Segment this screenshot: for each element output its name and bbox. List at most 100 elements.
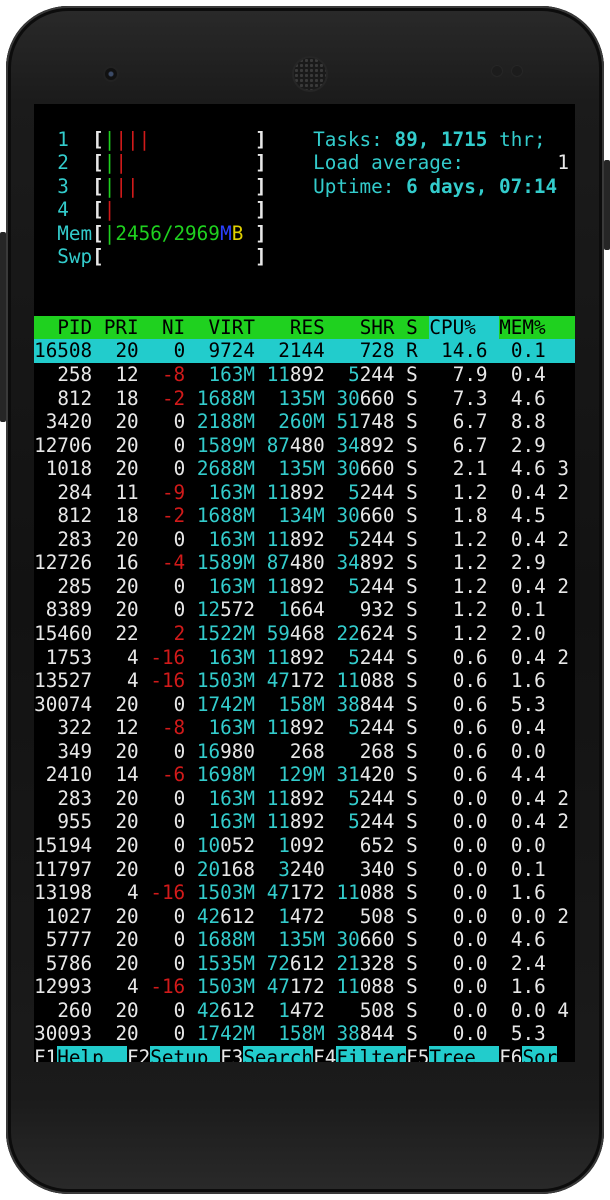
cell-pri: 18 (92, 386, 139, 411)
cell-shr-part: 30 (336, 457, 360, 481)
process-row[interactable]: 12706 20 0 1589M 87480 34892 S 6.7 2.9 (34, 434, 575, 458)
column-header-pid[interactable]: PID (34, 316, 92, 340)
column-header-pri[interactable]: PRI (92, 316, 139, 340)
fkey-f4-label[interactable]: Filter (336, 1045, 407, 1062)
cell-cpu-part: 7.3 (452, 386, 488, 410)
process-row[interactable]: 260 20 0 42612 1472 508 S 0.0 0.0 4 (34, 999, 575, 1023)
fkey-f6-label[interactable]: Sor (522, 1045, 558, 1062)
cell-mem: 1.6 (488, 669, 546, 693)
cell-res-part: 87 (266, 433, 290, 457)
process-row[interactable]: 322 12 -8 163M 11892 5244 S 0.6 0.4 (34, 716, 575, 740)
cell-mem: 4.4 (488, 763, 546, 787)
process-row[interactable]: 1753 4 -16 163M 11892 5244 S 0.6 0.4 2 (34, 646, 575, 670)
cell-cpu-part: 6.7 (452, 410, 488, 434)
process-row[interactable]: 30093 20 0 1742M 158M 38844 S 0.0 5.3 (34, 1022, 575, 1046)
volume-button[interactable] (0, 232, 6, 422)
column-header-s[interactable]: S (406, 316, 418, 340)
power-button[interactable] (604, 160, 610, 250)
process-row[interactable]: 812 18 -2 1688M 134M 30660 S 1.8 4.5 (34, 504, 575, 528)
fkey-f1-label[interactable]: Help (57, 1045, 127, 1062)
cell-virt-part: 9724 (208, 339, 255, 363)
process-row[interactable]: 285 20 0 163M 11892 5244 S 1.2 0.4 2 (34, 575, 575, 599)
process-row[interactable]: 812 18 -2 1688M 135M 30660 S 7.3 4.6 (34, 387, 575, 411)
cell-res: 135M (255, 928, 324, 952)
cell-ni-part: -4 (161, 551, 186, 575)
cell-virt-part: 1589M (196, 433, 255, 457)
process-table-header[interactable]: PID PRI NI VIRT RES SHR S CPU% MEM% (34, 315, 575, 340)
process-row[interactable]: 11797 20 0 20168 3240 340 S 0.0 0.1 (34, 858, 575, 882)
process-row[interactable]: 15194 20 0 10052 1092 652 S 0.0 0.0 (34, 834, 575, 858)
process-row[interactable]: 12993 4 -16 1503M 47172 11088 S 0.0 1.6 (34, 975, 575, 999)
cell-shr: 31420 (325, 763, 394, 787)
process-row[interactable]: 2410 14 -6 1698M 129M 31420 S 0.6 4.4 (34, 763, 575, 787)
cell-pri: 20 (92, 339, 138, 363)
process-row[interactable]: 13527 4 -16 1503M 47172 11088 S 0.6 1.6 (34, 669, 575, 693)
fkey-f3-label[interactable]: Search (243, 1045, 313, 1062)
cell-shr: 5244 (325, 575, 394, 599)
meter-bracket: [ (92, 127, 104, 151)
column-header-cpu[interactable]: CPU% (429, 315, 500, 340)
process-row[interactable]: 3420 20 0 2188M 260M 51748 S 6.7 8.8 (34, 410, 575, 434)
process-row[interactable]: 258 12 -8 163M 11892 5244 S 7.9 0.4 (34, 363, 575, 387)
fkey-f3-key[interactable]: F3 (220, 1046, 243, 1062)
cell-pid: 812 (34, 387, 92, 411)
cell-virt-part: 168 (220, 857, 255, 881)
fkey-f6-key[interactable]: F6 (499, 1046, 522, 1062)
column-header-res[interactable]: RES (255, 316, 325, 340)
cell-shr-part: 38 (336, 692, 360, 716)
cell-virt-part: 572 (220, 598, 255, 622)
cell-cpu-part: 0.6 (452, 645, 488, 669)
process-row[interactable]: 955 20 0 163M 11892 5244 S 0.0 0.4 2 (34, 810, 575, 834)
column-header-virt[interactable]: VIRT (185, 316, 255, 340)
process-row[interactable]: 283 20 0 163M 11892 5244 S 1.2 0.4 2 (34, 528, 575, 552)
column-header-ni[interactable]: NI (139, 316, 185, 340)
cell-shr: 5244 (325, 528, 394, 552)
cell-pri: 14 (92, 763, 138, 787)
cell-pri-part: 20 (115, 598, 139, 622)
cell-res-part: 11 (266, 574, 290, 598)
fkey-f2-label[interactable]: Setup (150, 1045, 220, 1062)
fkey-f2-key[interactable]: F2 (127, 1046, 150, 1062)
column-header-mem[interactable]: MEM% (499, 316, 545, 340)
cell-ni-part: 0 (173, 433, 186, 457)
process-row-selected[interactable]: 16508 20 0 9724 2144 728 R 14.6 0.1 (34, 339, 575, 364)
cell-shr-part: 892 (359, 433, 395, 457)
column-header-shr[interactable]: SHR (325, 316, 395, 340)
process-row[interactable]: 5777 20 0 1688M 135M 30660 S 0.0 4.6 (34, 928, 575, 952)
process-row[interactable]: 5786 20 0 1535M 72612 21328 S 0.0 2.4 (34, 952, 575, 976)
process-row[interactable]: 284 11 -9 163M 11892 5244 S 1.2 0.4 2 (34, 481, 575, 505)
cell-mem-part: 5.3 (510, 692, 546, 716)
fkey-f5-label[interactable]: Tree (429, 1045, 500, 1062)
cell-mem: 0.1 (488, 598, 546, 622)
cell-mem: 4.5 (488, 504, 546, 528)
fkey-f5-key[interactable]: F5 (406, 1046, 429, 1062)
cell-ni: 0 (139, 1022, 186, 1046)
process-row[interactable]: 1027 20 0 42612 1472 508 S 0.0 0.0 2 (34, 905, 575, 929)
process-row[interactable]: 13198 4 -16 1503M 47172 11088 S 0.0 1.6 (34, 881, 575, 905)
fkey-f1-key[interactable]: F1 (34, 1046, 57, 1062)
cell-shr-part: 660 (359, 386, 395, 410)
cell-pid-part: 12726 (34, 551, 93, 575)
fkey-f4-key[interactable]: F4 (313, 1046, 336, 1062)
cell-mem-part: 0.4 (510, 645, 546, 669)
cell-pri-part: 12 (115, 716, 139, 740)
cell-extra: 4 (557, 998, 569, 1022)
process-row[interactable]: 8389 20 0 12572 1664 932 S 1.2 0.1 (34, 598, 575, 622)
cell-mem: 0.0 (488, 740, 546, 764)
process-row[interactable]: 1018 20 0 2688M 135M 30660 S 2.1 4.6 3 (34, 457, 575, 481)
process-row[interactable]: 12726 16 -4 1589M 87480 34892 S 1.2 2.9 (34, 551, 575, 575)
cell-ni-part: 0 (173, 339, 186, 363)
cell-pri-part: 4 (127, 881, 139, 905)
cell-cpu: 0.6 (429, 716, 488, 740)
cpu-bar: | (103, 174, 116, 198)
cpu-meter-label: 2 (57, 151, 69, 175)
cell-ni: 0 (139, 339, 186, 363)
process-row[interactable]: 283 20 0 163M 11892 5244 S 0.0 0.4 2 (34, 787, 575, 811)
cell-pri: 20 (92, 858, 138, 882)
cell-mem: 0.0 (488, 905, 546, 929)
cell-virt-part: 163M (208, 810, 255, 834)
process-row[interactable]: 30074 20 0 1742M 158M 38844 S 0.6 5.3 (34, 693, 575, 717)
cell-pri-part: 18 (115, 386, 139, 410)
process-row[interactable]: 15460 22 2 1522M 59468 22624 S 1.2 2.0 (34, 622, 575, 646)
process-row[interactable]: 349 20 0 16980 268 268 S 0.6 0.0 (34, 740, 575, 764)
